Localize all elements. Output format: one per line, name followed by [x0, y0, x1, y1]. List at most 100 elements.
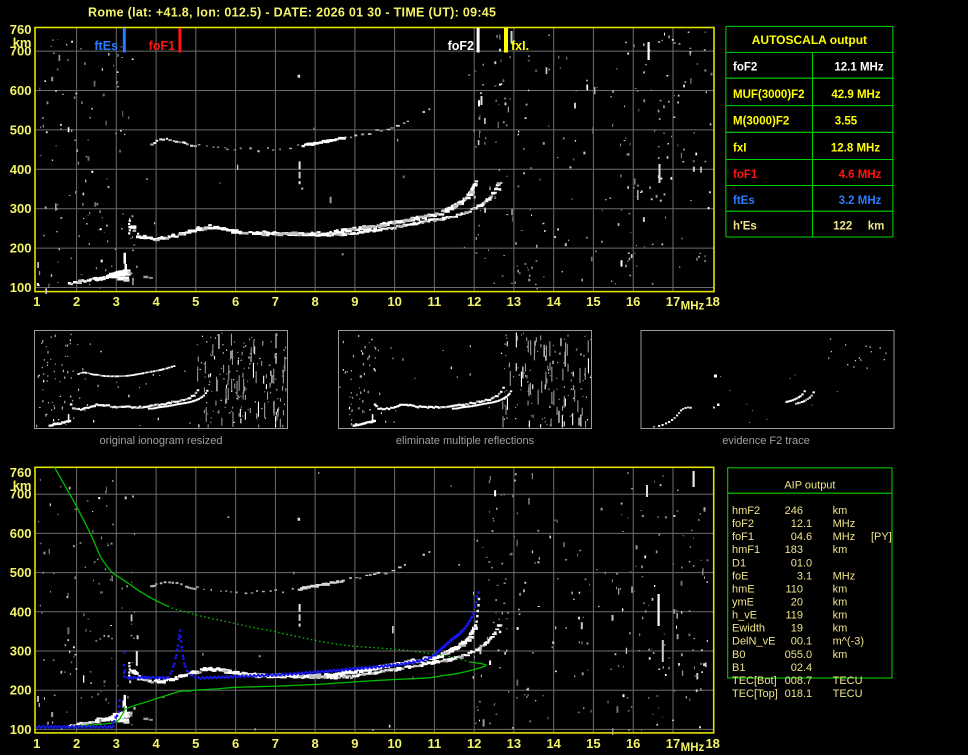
svg-text:.7: .7: [803, 675, 812, 687]
svg-text:14: 14: [546, 736, 561, 751]
svg-text:evidence F2 trace: evidence F2 trace: [722, 435, 809, 447]
svg-text:700: 700: [10, 44, 32, 59]
svg-text:7: 7: [272, 294, 279, 309]
svg-text:17: 17: [666, 736, 680, 751]
svg-text:km: km: [833, 505, 848, 517]
svg-text:9: 9: [351, 294, 358, 309]
svg-text:foF2: foF2: [733, 62, 757, 74]
svg-text:ymE: ymE: [732, 597, 754, 609]
svg-text:6: 6: [232, 294, 239, 309]
svg-text:MUF(3000)F2: MUF(3000)F2: [733, 89, 805, 101]
svg-text:19: 19: [791, 623, 803, 635]
svg-text:200: 200: [10, 241, 32, 256]
svg-text:11: 11: [428, 294, 442, 309]
svg-text:.1: .1: [803, 570, 812, 582]
svg-text:.1: .1: [803, 688, 812, 700]
svg-text:500: 500: [10, 122, 32, 137]
svg-text:fxI.: fxI.: [511, 39, 529, 53]
svg-text:foF2: foF2: [732, 518, 754, 530]
svg-text:TECU: TECU: [833, 675, 863, 687]
svg-text:13: 13: [507, 294, 521, 309]
svg-text:12: 12: [791, 518, 803, 530]
svg-text:15: 15: [586, 294, 600, 309]
svg-text:MHz: MHz: [833, 531, 856, 543]
svg-text:16: 16: [626, 294, 640, 309]
svg-text:3: 3: [113, 294, 120, 309]
svg-text:MHz: MHz: [833, 518, 856, 530]
svg-text:183: 183: [785, 544, 803, 556]
svg-text:246: 246: [785, 505, 803, 517]
svg-text:4: 4: [152, 294, 160, 309]
svg-text:hmF2: hmF2: [732, 505, 760, 517]
svg-text:700: 700: [10, 487, 32, 502]
svg-text:12.8 MHz: 12.8 MHz: [831, 143, 880, 155]
svg-text:Ewidth: Ewidth: [732, 623, 765, 635]
svg-text:km: km: [868, 221, 885, 233]
svg-text:5: 5: [192, 736, 199, 751]
svg-text:12: 12: [467, 294, 481, 309]
svg-text:TECU: TECU: [833, 688, 863, 700]
svg-text:02: 02: [791, 662, 803, 674]
svg-text:km: km: [833, 544, 848, 556]
svg-text:100: 100: [10, 722, 32, 737]
svg-text:AUTOSCALA output: AUTOSCALA output: [752, 33, 867, 47]
svg-text:400: 400: [10, 604, 32, 619]
svg-text:15: 15: [586, 736, 600, 751]
svg-text:18: 18: [705, 294, 719, 309]
svg-text:300: 300: [10, 644, 32, 659]
svg-text:00: 00: [791, 636, 803, 648]
svg-text:3.2 MHz: 3.2 MHz: [839, 195, 882, 207]
svg-text:100: 100: [10, 280, 32, 295]
svg-text:20: 20: [791, 597, 803, 609]
svg-text:foF1: foF1: [733, 169, 758, 181]
svg-text:fxI: fxI: [733, 143, 746, 155]
svg-text:[PY]: [PY]: [871, 531, 892, 543]
svg-text:1: 1: [33, 294, 40, 309]
svg-text:hmE: hmE: [732, 583, 755, 595]
svg-text:km: km: [833, 583, 848, 595]
svg-text:M(3000)F2: M(3000)F2: [733, 116, 789, 128]
svg-text:12.1 MHz: 12.1 MHz: [834, 62, 883, 74]
svg-text:42.9 MHz: 42.9 MHz: [831, 89, 880, 101]
svg-text:AIP output: AIP output: [784, 479, 835, 491]
svg-text:600: 600: [10, 526, 32, 541]
svg-text:km: km: [833, 623, 848, 635]
svg-text:B1: B1: [732, 662, 745, 674]
svg-text:6: 6: [232, 736, 239, 751]
svg-text:km: km: [833, 610, 848, 622]
svg-text:foE: foE: [732, 570, 749, 582]
svg-text:.4: .4: [803, 662, 812, 674]
svg-text:km: km: [833, 597, 848, 609]
svg-text:h_vE: h_vE: [732, 610, 757, 622]
svg-text:4: 4: [152, 736, 160, 751]
svg-text:B0: B0: [732, 649, 745, 661]
svg-text:foF2: foF2: [448, 39, 474, 53]
svg-text:4.6 MHz: 4.6 MHz: [839, 169, 882, 181]
svg-text:TEC[Top]: TEC[Top]: [732, 688, 778, 700]
svg-text:3: 3: [113, 736, 120, 751]
svg-text:055: 055: [785, 649, 803, 661]
svg-text:2: 2: [73, 294, 80, 309]
svg-text:122: 122: [833, 221, 852, 233]
svg-text:200: 200: [10, 683, 32, 698]
svg-text:.0: .0: [803, 649, 812, 661]
svg-text:.1: .1: [803, 636, 812, 648]
svg-text:10: 10: [387, 736, 401, 751]
svg-text:2: 2: [73, 736, 80, 751]
svg-text:eliminate multiple reflections: eliminate multiple reflections: [396, 435, 535, 447]
svg-text:008: 008: [785, 675, 803, 687]
svg-text:01: 01: [791, 557, 803, 569]
svg-text:m^(-3): m^(-3): [833, 636, 864, 648]
svg-text:7: 7: [272, 736, 279, 751]
svg-text:D1: D1: [732, 557, 746, 569]
svg-text:119: 119: [785, 610, 803, 622]
svg-text:h'Es: h'Es: [733, 221, 757, 233]
svg-text:16: 16: [626, 736, 640, 751]
svg-text:600: 600: [10, 83, 32, 98]
svg-text:foF1: foF1: [732, 531, 754, 543]
svg-text:13: 13: [507, 736, 521, 751]
svg-text:3.55: 3.55: [835, 116, 858, 128]
svg-text:Rome (lat: +41.8, lon: 012.5): Rome (lat: +41.8, lon: 012.5) - DATE: 20…: [88, 6, 496, 20]
svg-text:MHz: MHz: [833, 570, 856, 582]
svg-text:17: 17: [666, 294, 680, 309]
